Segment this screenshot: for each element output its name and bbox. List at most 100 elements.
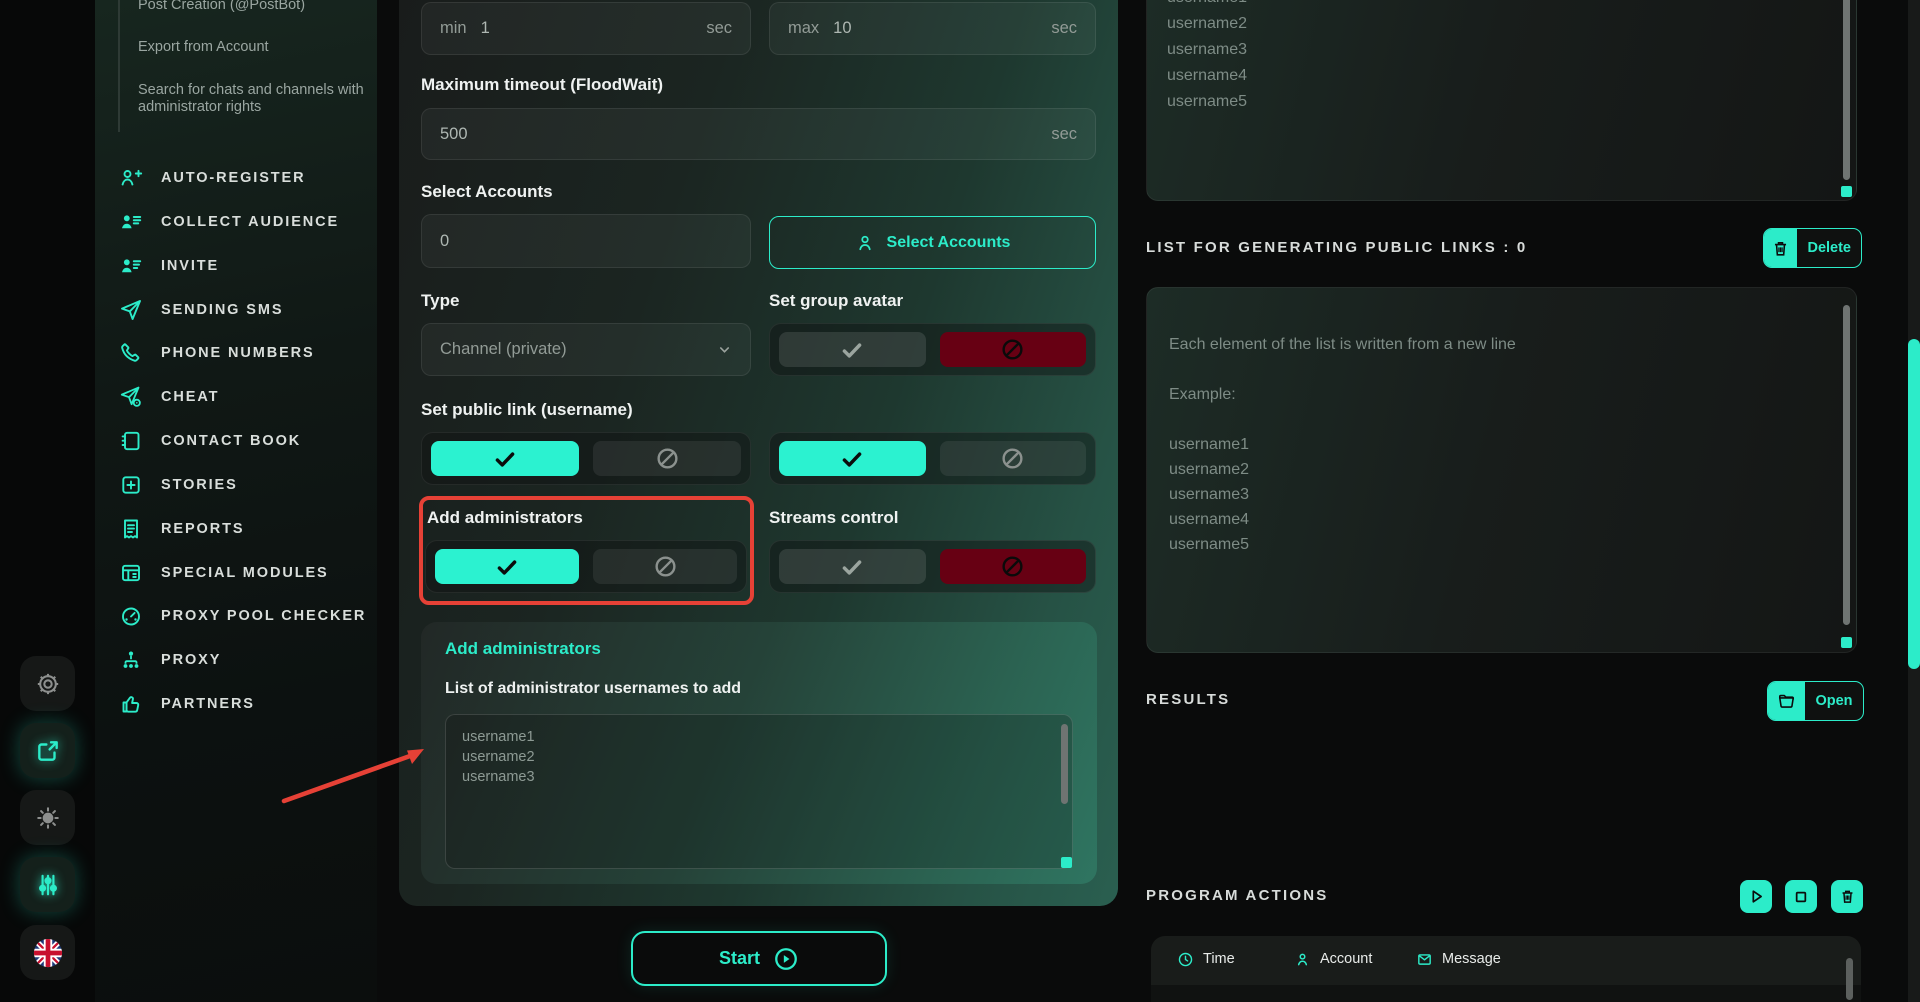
person-icon bbox=[855, 233, 875, 253]
trash-icon bbox=[1839, 888, 1856, 905]
max-delay-input[interactable]: max 10 sec bbox=[769, 2, 1096, 55]
sidebar-item-label: CONTACT BOOK bbox=[161, 433, 301, 449]
group-avatar-label: Set group avatar bbox=[769, 291, 903, 311]
news-icon bbox=[118, 560, 144, 586]
table-column-label: Account bbox=[1320, 951, 1372, 967]
table-column-label: Time bbox=[1203, 951, 1235, 967]
folder-icon bbox=[1768, 682, 1805, 720]
public-link-toggle[interactable] bbox=[421, 432, 751, 485]
plane-badge-icon bbox=[118, 384, 144, 410]
sidebar-subitem-export-from-account[interactable]: Export from Account bbox=[138, 39, 366, 56]
block-icon bbox=[655, 446, 680, 471]
max-unit: sec bbox=[1051, 19, 1077, 38]
sliders-icon bbox=[35, 872, 61, 898]
accounts-count-input[interactable]: 0 bbox=[421, 214, 751, 268]
open-results-button[interactable]: Open bbox=[1767, 681, 1864, 721]
toggle-yes-segment[interactable] bbox=[779, 332, 926, 367]
resize-handle-icon[interactable] bbox=[1841, 637, 1852, 648]
min-unit: sec bbox=[706, 19, 732, 38]
square-plus-icon bbox=[118, 472, 144, 498]
sidebar-item-label: PROXY POOL CHECKER bbox=[161, 608, 366, 624]
settings-button[interactable] bbox=[20, 656, 75, 711]
resize-handle-icon[interactable] bbox=[1841, 186, 1852, 197]
sidebar-item-label: SPECIAL MODULES bbox=[161, 565, 329, 581]
gear-icon bbox=[35, 671, 61, 697]
type-select-value: Channel (private) bbox=[440, 340, 567, 359]
sidebar-item-label: PARTNERS bbox=[161, 696, 255, 712]
select-accounts-label: Select Accounts bbox=[421, 182, 553, 202]
streams-control-toggle[interactable] bbox=[769, 540, 1096, 593]
streams-control-label: Streams control bbox=[769, 508, 898, 528]
results-header: RESULTS bbox=[1146, 691, 1230, 708]
toggle-no-segment[interactable] bbox=[593, 441, 741, 476]
links-list-textarea[interactable]: Each element of the list is written from… bbox=[1146, 287, 1857, 653]
play-button[interactable] bbox=[1740, 880, 1772, 913]
log-table-body bbox=[1151, 985, 1861, 1002]
admin-usernames-label: List of administrator usernames to add bbox=[445, 680, 741, 698]
type-select[interactable]: Channel (private) bbox=[421, 323, 751, 376]
open-button-label: Open bbox=[1805, 682, 1863, 720]
sidebar-item-label: SENDING SMS bbox=[161, 302, 283, 318]
page-scrollbar-thumb[interactable] bbox=[1908, 339, 1920, 669]
accounts-list-textarea[interactable]: username1 username2 username3 username4 … bbox=[1146, 0, 1857, 201]
program-actions-header: PROGRAM ACTIONS bbox=[1146, 887, 1328, 904]
gauge-icon bbox=[118, 603, 144, 629]
textarea-scrollbar[interactable] bbox=[1843, 0, 1850, 180]
users-icon bbox=[118, 209, 144, 235]
chevron-down-icon bbox=[717, 342, 732, 357]
play-icon bbox=[1748, 888, 1765, 905]
notebook-icon bbox=[118, 428, 144, 454]
add-admins-toggle[interactable] bbox=[425, 540, 747, 593]
network-icon bbox=[118, 647, 144, 673]
table-column-time[interactable]: Time bbox=[1177, 946, 1235, 972]
check-icon bbox=[494, 554, 520, 580]
theme-button[interactable] bbox=[20, 790, 75, 845]
sidebar-item-label: REPORTS bbox=[161, 521, 244, 537]
timeout-input[interactable]: 500 sec bbox=[421, 108, 1096, 160]
check-icon bbox=[839, 554, 865, 580]
admin-usernames-textarea[interactable]: username1 username2 username3 bbox=[445, 714, 1073, 869]
delete-list-button[interactable]: Delete bbox=[1763, 228, 1862, 268]
min-delay-input[interactable]: min 1 sec bbox=[421, 2, 751, 55]
toggle-yes-segment[interactable] bbox=[779, 549, 926, 584]
sidebar-subitem-post-creation[interactable]: Post Creation (@PostBot) bbox=[138, 0, 366, 14]
toggle-no-segment[interactable] bbox=[593, 549, 737, 584]
resize-handle-icon[interactable] bbox=[1061, 857, 1072, 868]
language-button[interactable] bbox=[20, 925, 75, 980]
toggle-yes-segment[interactable] bbox=[431, 441, 579, 476]
toggle-yes-segment[interactable] bbox=[779, 441, 926, 476]
type-label: Type bbox=[421, 291, 459, 311]
textarea-scrollbar[interactable] bbox=[1061, 724, 1068, 804]
stop-button[interactable] bbox=[1785, 880, 1817, 913]
external-window-button[interactable] bbox=[20, 723, 75, 778]
table-column-account[interactable]: Account bbox=[1294, 946, 1372, 972]
min-prefix: min bbox=[440, 19, 467, 38]
timeout-label: Maximum timeout (FloodWait) bbox=[421, 75, 663, 95]
clear-log-button[interactable] bbox=[1831, 880, 1863, 913]
stop-icon bbox=[1793, 889, 1809, 905]
user-plus-icon bbox=[118, 165, 144, 191]
toggle-yes-segment[interactable] bbox=[435, 549, 579, 584]
table-column-message[interactable]: Message bbox=[1416, 946, 1501, 972]
sidebar-subitem-search-admin-rights[interactable]: Search for chats and channels with admin… bbox=[138, 82, 366, 115]
select-accounts-button[interactable]: Select Accounts bbox=[769, 216, 1096, 269]
submenu-guide-line bbox=[118, 0, 120, 132]
sidebar: Post Creation (@PostBot) Export from Acc… bbox=[95, 0, 377, 1002]
sidebar-item-label: STORIES bbox=[161, 477, 238, 493]
toggle-no-segment[interactable] bbox=[940, 549, 1087, 584]
textarea-scrollbar[interactable] bbox=[1843, 305, 1850, 625]
sidebar-item-label: CHEAT bbox=[161, 389, 219, 405]
table-scrollbar[interactable] bbox=[1846, 958, 1853, 1000]
table-column-label: Message bbox=[1442, 951, 1501, 967]
start-button[interactable]: Start bbox=[631, 931, 887, 986]
toggle-no-segment[interactable] bbox=[940, 332, 1087, 367]
toggle-no-segment[interactable] bbox=[940, 441, 1087, 476]
public-link-right-toggle[interactable] bbox=[769, 432, 1096, 485]
add-admins-panel-title: Add administrators bbox=[445, 639, 601, 659]
group-avatar-toggle[interactable] bbox=[769, 323, 1096, 376]
sidebar-item-label: PROXY bbox=[161, 652, 221, 668]
receipt-icon bbox=[118, 516, 144, 542]
uk-flag-icon bbox=[33, 938, 63, 968]
equalizer-button[interactable] bbox=[20, 857, 75, 912]
circle-play-icon bbox=[773, 946, 799, 972]
